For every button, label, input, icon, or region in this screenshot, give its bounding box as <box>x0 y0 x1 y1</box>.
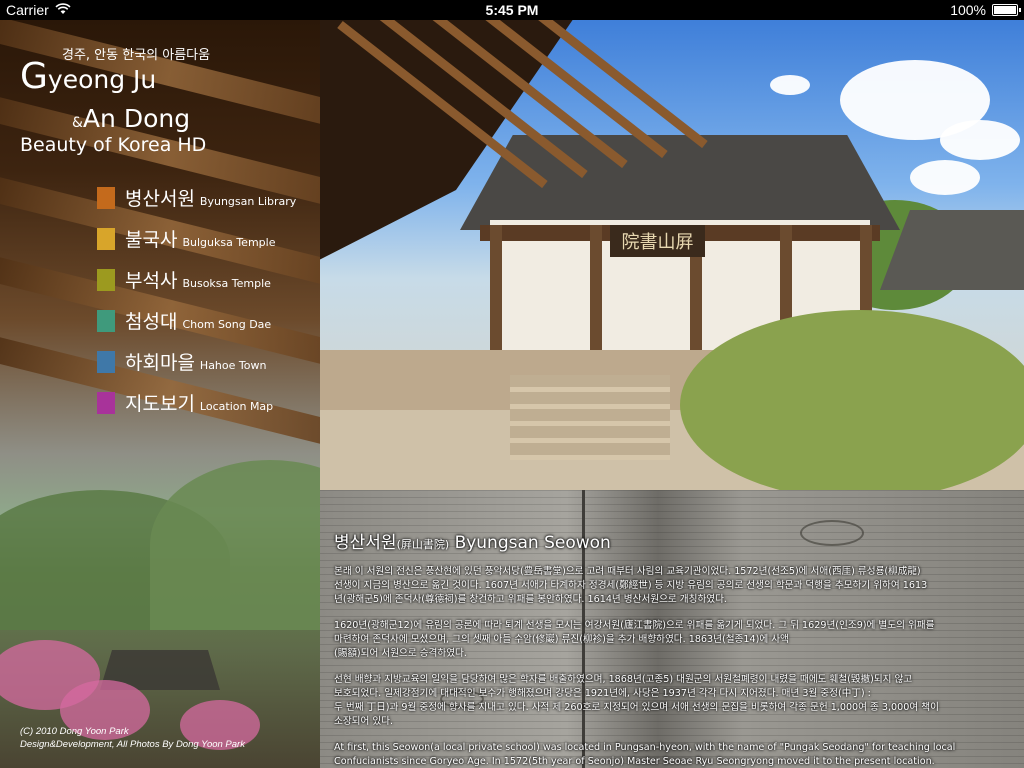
article-title-hanja: (屛山書院) <box>396 538 450 551</box>
cloud-shape <box>910 160 980 195</box>
article-paragraph: 1620년(광해군12)에 유림의 공론에 따라 퇴계 선생을 모시는 여강서원… <box>334 619 1014 661</box>
menu-item-bulguksa[interactable]: 불국사 Bulguksa Temple <box>97 225 275 252</box>
credits: (C) 2010 Dong Yoon Park Design&Developme… <box>20 725 245 751</box>
brand-initial: G <box>20 56 48 97</box>
left-panel: 경주, 안동 한국의 아름다움 Gyeong Ju &An Dong Beaut… <box>0 20 320 768</box>
menu-item-english: Location Map <box>199 400 274 413</box>
mountain-shape <box>150 460 320 630</box>
credits-design: Design&Development, All Photos By Dong Y… <box>20 739 245 750</box>
menu-item-english: Hahoe Town <box>199 359 267 372</box>
menu-item-korean: 병산서원 <box>125 188 195 210</box>
menu-item-korean: 하회마을 <box>125 352 195 374</box>
article-title: 병산서원(屛山書院) Byungsan Seowon <box>334 528 1014 553</box>
article-line: 본래 이 서원의 전신은 풍산현에 있던 풍악서당(豊岳書堂)으로 고려 때부터… <box>334 566 921 577</box>
menu-swatch <box>97 268 115 291</box>
credits-copyright: (C) 2010 Dong Yoon Park <box>20 726 129 737</box>
article-line: 선생이 지금의 병산으로 옮긴 것이다. 1607년 서애가 타계하자 정경세(… <box>334 580 928 591</box>
menu-item-hahoe[interactable]: 하회마을 Hahoe Town <box>97 348 266 375</box>
article-line: 선현 배향과 지방교육의 일익을 담당하여 많은 학자를 배출하였으며, 186… <box>334 674 913 685</box>
menu-item-english: Busoksa Temple <box>182 277 271 290</box>
brand-ampersand: & <box>72 115 83 131</box>
article-title-english: Byungsan Seowon <box>454 533 611 553</box>
brand-title-rest: yeong Ju <box>47 65 157 94</box>
brand-title-line1: Gyeong Ju <box>20 56 156 97</box>
article-line: Confucianists since Goryeo Age. In 1572(… <box>334 756 935 767</box>
menu-item-english: Byungsan Library <box>199 195 297 208</box>
menu-item-english: Chom Song Dae <box>182 318 272 331</box>
article-paragraph: At first, this Seowon(a local private sc… <box>334 741 1014 768</box>
article-line: 보호되었다. 일제강점기에 대대적인 보수가 행해졌으며 강당은 1921년에,… <box>334 688 871 699</box>
hall-roof <box>460 135 900 230</box>
status-time: 5:45 PM <box>485 2 539 18</box>
menu-swatch <box>97 350 115 373</box>
battery-percent: 100% <box>950 2 986 18</box>
article-line: 마련하여 존덕사에 모셨으며, 그의 셋째 아들 수암(修巖) 류진(柳袗)을 … <box>334 634 789 645</box>
seowon-photo: 院書山屛 <box>320 20 1024 490</box>
menu-item-busoksa[interactable]: 부석사 Busoksa Temple <box>97 266 271 293</box>
menu-item-chomsongdae[interactable]: 첨성대 Chom Song Dae <box>97 307 271 334</box>
menu-item-english: Bulguksa Temple <box>182 236 276 249</box>
article-line: 소장되어 있다. <box>334 716 394 727</box>
brand-subtitle: Beauty of Korea HD <box>20 134 207 156</box>
stone-steps <box>510 375 670 460</box>
article-line: At first, this Seowon(a local private sc… <box>334 742 956 753</box>
article-paragraph: 본래 이 서원의 전신은 풍산현에 있던 풍악서당(豊岳書堂)으로 고려 때부터… <box>334 565 1014 607</box>
brand-title-line2: &An Dong <box>72 104 190 133</box>
cloud-shape <box>940 120 1020 160</box>
article-paragraph: 선현 배향과 지방교육의 일익을 담당하여 많은 학자를 배출하였으며, 186… <box>334 673 1014 729</box>
article-line: (賜額)되어 서원으로 승격하였다. <box>334 648 467 659</box>
article-title-korean: 병산서원 <box>334 533 397 553</box>
hall-pillar <box>590 225 602 360</box>
menu-item-korean: 불국사 <box>125 229 178 251</box>
article-line: 년(광해군5)에 존덕사(尊德祠)를 창건하고 위패를 봉안하였다. 1614년… <box>334 594 727 605</box>
hall-signboard: 院書山屛 <box>610 225 705 257</box>
status-bar: Carrier 5:45 PM 100% <box>0 0 1024 20</box>
menu-swatch <box>97 186 115 209</box>
cloud-shape <box>770 75 810 95</box>
status-right: 100% <box>950 2 1021 18</box>
article-body: 병산서원(屛山書院) Byungsan Seowon 본래 이 서원의 전신은 … <box>334 528 1014 768</box>
battery-icon <box>992 4 1021 16</box>
menu-item-location-map[interactable]: 지도보기 Location Map <box>97 389 273 416</box>
article-line: 1620년(광해군12)에 유림의 공론에 따라 퇴계 선생을 모시는 여강서원… <box>334 620 935 631</box>
menu-swatch <box>97 309 115 332</box>
shrub-shape <box>680 310 1024 490</box>
menu-item-byungsan[interactable]: 병산서원 Byungsan Library <box>97 184 296 211</box>
menu-item-korean: 부석사 <box>125 270 178 292</box>
article-line: 두 번째 丁日)과 9월 중정에 향사를 지내고 있다. 사적 제 260호로 … <box>334 702 939 713</box>
menu-item-korean: 첨성대 <box>125 311 178 333</box>
menu-swatch <box>97 391 115 414</box>
brand-title-andong: An Dong <box>82 104 191 133</box>
hall-pillar <box>490 225 502 360</box>
menu-item-korean: 지도보기 <box>125 393 195 415</box>
article-panel[interactable]: 병산서원(屛山書院) Byungsan Seowon 본래 이 서원의 전신은 … <box>320 490 1024 768</box>
menu-swatch <box>97 227 115 250</box>
